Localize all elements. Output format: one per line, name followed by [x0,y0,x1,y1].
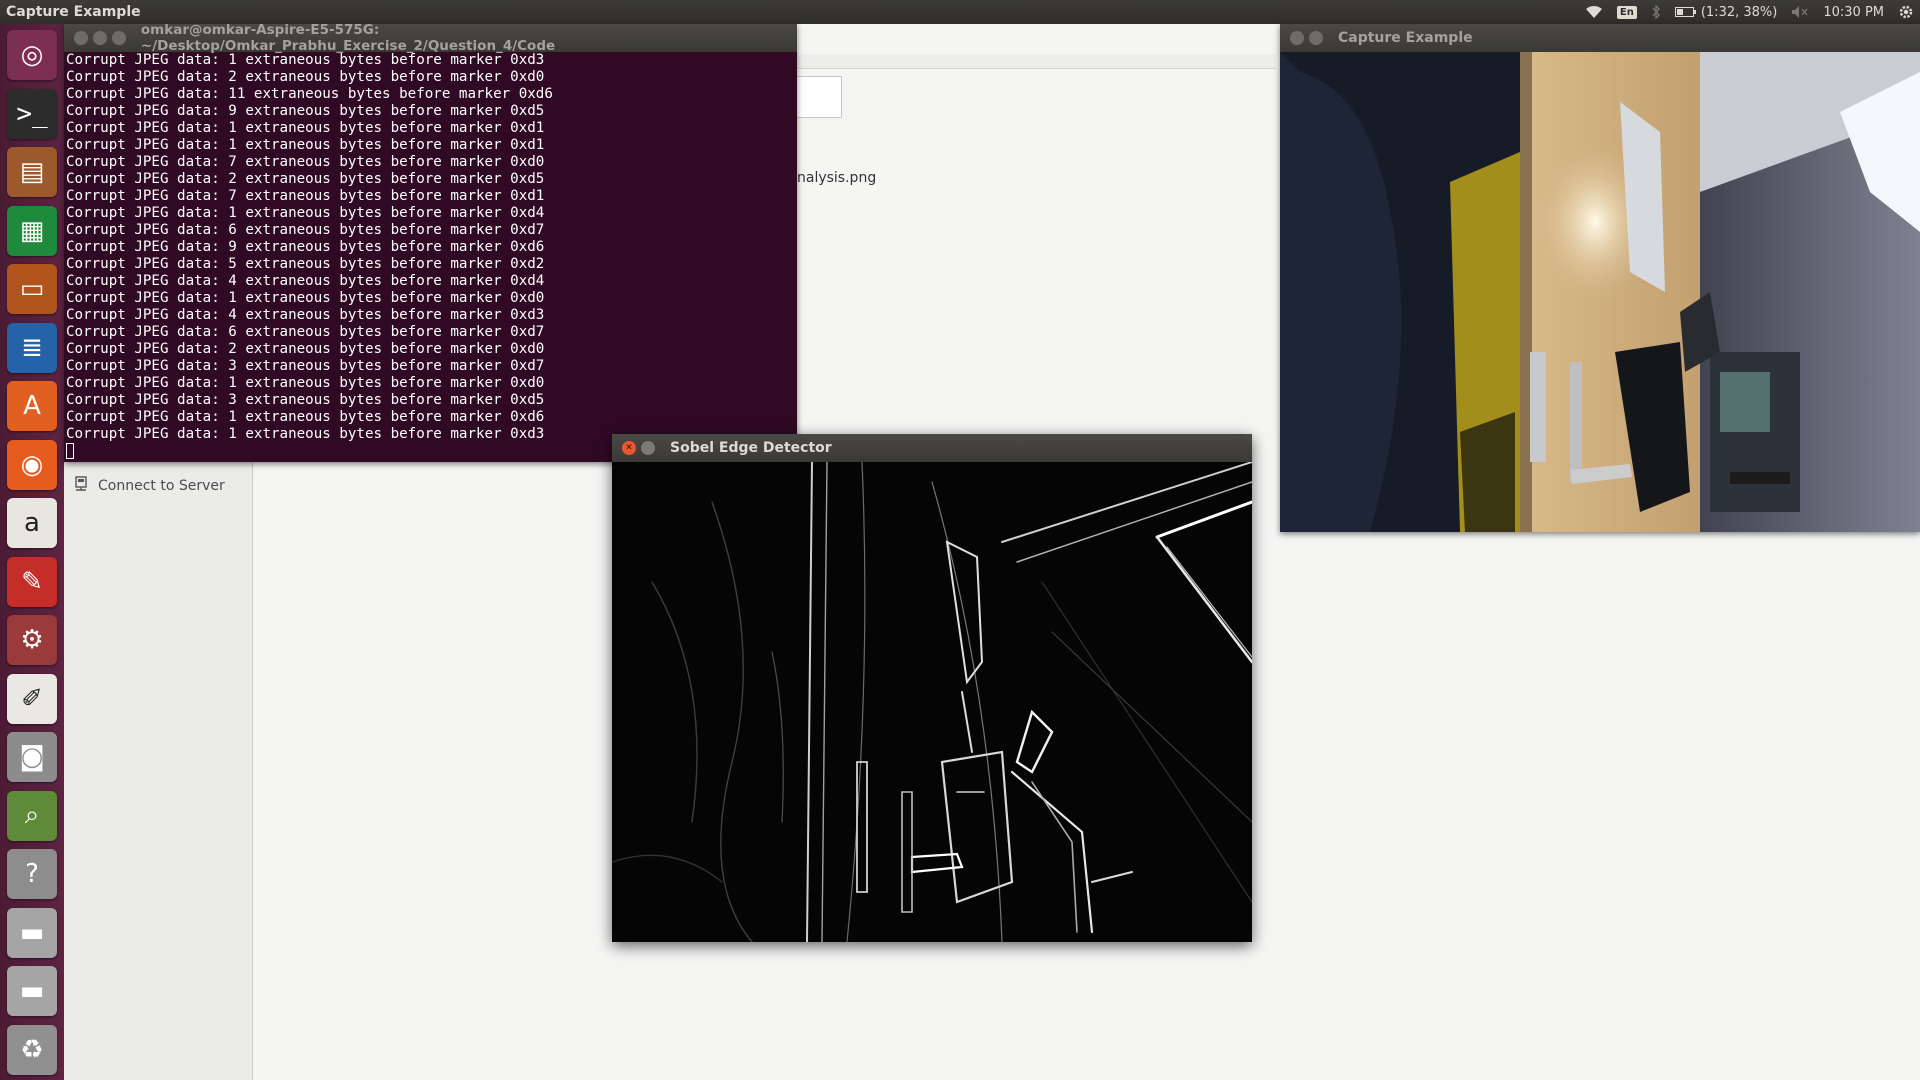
drive-icon[interactable]: ▬ [7,907,57,958]
libreoffice-calc-icon-glyph: ▦ [19,215,45,246]
sobel-titlebar[interactable]: ✕ Sobel Edge Detector [612,434,1252,462]
camera-icon[interactable]: ◙ [7,732,57,782]
help-icon-glyph: ? [25,859,39,889]
drive-icon-2-glyph: ▬ [19,976,45,1006]
terminal-line: Corrupt JPEG data: 6 extraneous bytes be… [66,324,545,340]
gear-icon[interactable] [1898,4,1914,20]
trash-icon-glyph: ♻ [20,1034,44,1065]
terminal-line: Corrupt JPEG data: 3 extraneous bytes be… [66,358,545,374]
terminal-line: Corrupt JPEG data: 2 extraneous bytes be… [66,341,545,357]
sobel-title: Sobel Edge Detector [670,440,832,456]
battery-icon [1674,7,1696,17]
capture-example-window[interactable]: Capture Example [1280,24,1920,532]
text-editor-icon-glyph: ✐ [21,683,43,714]
close-icon[interactable] [1290,31,1304,45]
indicator-area: En (1:32, 38%) 10:30 PM [1585,4,1914,20]
terminal-output[interactable]: Corrupt JPEG data: 1 extraneous bytes be… [66,52,795,462]
amazon-icon[interactable]: a [7,498,57,548]
bluetooth-icon[interactable] [1651,5,1661,19]
terminal-line: Corrupt JPEG data: 4 extraneous bytes be… [66,273,545,289]
connect-to-server-label: Connect to Server [98,478,225,494]
ubuntu-software-icon-glyph: A [23,391,41,421]
launcher: ◎ >_ ▤ ▦ ▭ ≣ A ◉ a ✎ ⚙ ✐ ◙ ⌕? ▬ ▬ ♻ [0,24,65,1080]
terminal-icon[interactable]: >_ [7,88,57,139]
firefox-icon[interactable]: ◉ [7,439,57,490]
terminal-line: Corrupt JPEG data: 2 extraneous bytes be… [66,69,545,85]
terminal-line: Corrupt JPEG data: 11 extraneous bytes b… [66,86,553,102]
terminal-line: Corrupt JPEG data: 5 extraneous bytes be… [66,256,545,272]
ubuntu-dash-icon[interactable]: ◎ [7,30,57,80]
capture-title: Capture Example [1338,30,1473,46]
drive-icon-glyph: ▬ [19,917,45,948]
terminal-cursor [66,443,74,459]
terminal-line: Corrupt JPEG data: 6 extraneous bytes be… [66,222,545,238]
terminal-line: Corrupt JPEG data: 2 extraneous bytes be… [66,171,545,187]
terminal-line: Corrupt JPEG data: 1 extraneous bytes be… [66,137,545,153]
terminal-line: Corrupt JPEG data: 9 extraneous bytes be… [66,103,545,119]
help-icon[interactable]: ? [7,849,57,899]
terminal-line: Corrupt JPEG data: 1 extraneous bytes be… [66,290,545,306]
terminal-line: Corrupt JPEG data: 3 extraneous bytes be… [66,392,545,408]
minimize-icon[interactable] [1309,31,1323,45]
server-icon [74,476,88,496]
libreoffice-writer-icon-glyph: ≣ [21,332,43,363]
maximize-icon[interactable] [111,31,126,45]
battery-label: (1:32, 38%) [1700,4,1778,20]
terminal-line: Corrupt JPEG data: 1 extraneous bytes be… [66,375,545,391]
camera-icon-glyph: ◙ [19,742,45,772]
terminal-line: Corrupt JPEG data: 7 extraneous bytes be… [66,188,545,204]
keyboard-layout-indicator[interactable]: En [1616,5,1637,19]
clock[interactable]: 10:30 PM [1823,5,1884,20]
top-panel: Capture Example En (1:32, 38%) 10:30 PM [0,0,1920,24]
pdf-viewer-icon-glyph: ✎ [21,566,43,597]
trash-icon[interactable]: ♻ [7,1024,57,1075]
camera-frame-image [1280,52,1920,532]
files-icon-glyph: ▤ [19,157,45,187]
libreoffice-calc-icon[interactable]: ▦ [7,205,57,256]
ubuntu-dash-icon-glyph: ◎ [20,40,44,70]
terminal-line: Corrupt JPEG data: 9 extraneous bytes be… [66,239,545,255]
image-viewer-icon-glyph: ⌕ [24,800,40,830]
minimize-icon[interactable] [641,441,655,455]
sobel-edge-detector-window[interactable]: ✕ Sobel Edge Detector [612,434,1252,942]
system-settings-icon-glyph: ⚙ [20,625,44,655]
terminal-line: Corrupt JPEG data: 1 extraneous bytes be… [66,120,545,136]
battery-indicator[interactable]: (1:32, 38%) [1674,4,1778,20]
sobel-output-image [612,462,1252,942]
system-settings-icon[interactable]: ⚙ [7,615,57,665]
pdf-viewer-icon[interactable]: ✎ [7,556,57,607]
terminal-line: Corrupt JPEG data: 1 extraneous bytes be… [66,52,545,68]
close-icon[interactable]: ✕ [622,441,636,455]
wifi-icon[interactable] [1585,5,1603,19]
ubuntu-software-icon[interactable]: A [7,381,57,431]
volume-muted-icon[interactable] [1791,5,1809,19]
drive-icon-2[interactable]: ▬ [7,966,57,1016]
text-editor-icon[interactable]: ✐ [7,673,57,724]
minimize-icon[interactable] [92,31,107,45]
libreoffice-impress-icon-glyph: ▭ [19,274,45,304]
terminal-line: Corrupt JPEG data: 1 extraneous bytes be… [66,409,545,425]
terminal-title: omkar@omkar-Aspire-E5-575G: ~/Desktop/Om… [140,22,556,54]
connect-to-server-item[interactable]: Connect to Server [74,476,225,496]
terminal-line: Corrupt JPEG data: 4 extraneous bytes be… [66,307,545,323]
terminal-line: Corrupt JPEG data: 1 extraneous bytes be… [66,205,545,221]
terminal-titlebar[interactable]: omkar@omkar-Aspire-E5-575G: ~/Desktop/Om… [64,22,797,54]
terminal-line: Corrupt JPEG data: 7 extraneous bytes be… [66,154,545,170]
files-icon[interactable]: ▤ [7,147,57,197]
libreoffice-impress-icon[interactable]: ▭ [7,264,57,314]
terminal-window[interactable]: omkar@omkar-Aspire-E5-575G: ~/Desktop/Om… [64,22,797,462]
active-app-title: Capture Example [6,4,141,20]
firefox-icon-glyph: ◉ [20,449,44,480]
file-name-label[interactable]: nalysis.png [797,170,876,186]
terminal-icon-glyph: >_ [16,98,48,129]
amazon-icon-glyph: a [24,508,40,538]
capture-titlebar[interactable]: Capture Example [1280,24,1920,52]
libreoffice-writer-icon[interactable]: ≣ [7,322,57,373]
image-viewer-icon[interactable]: ⌕ [7,790,57,841]
close-icon[interactable] [74,31,88,45]
